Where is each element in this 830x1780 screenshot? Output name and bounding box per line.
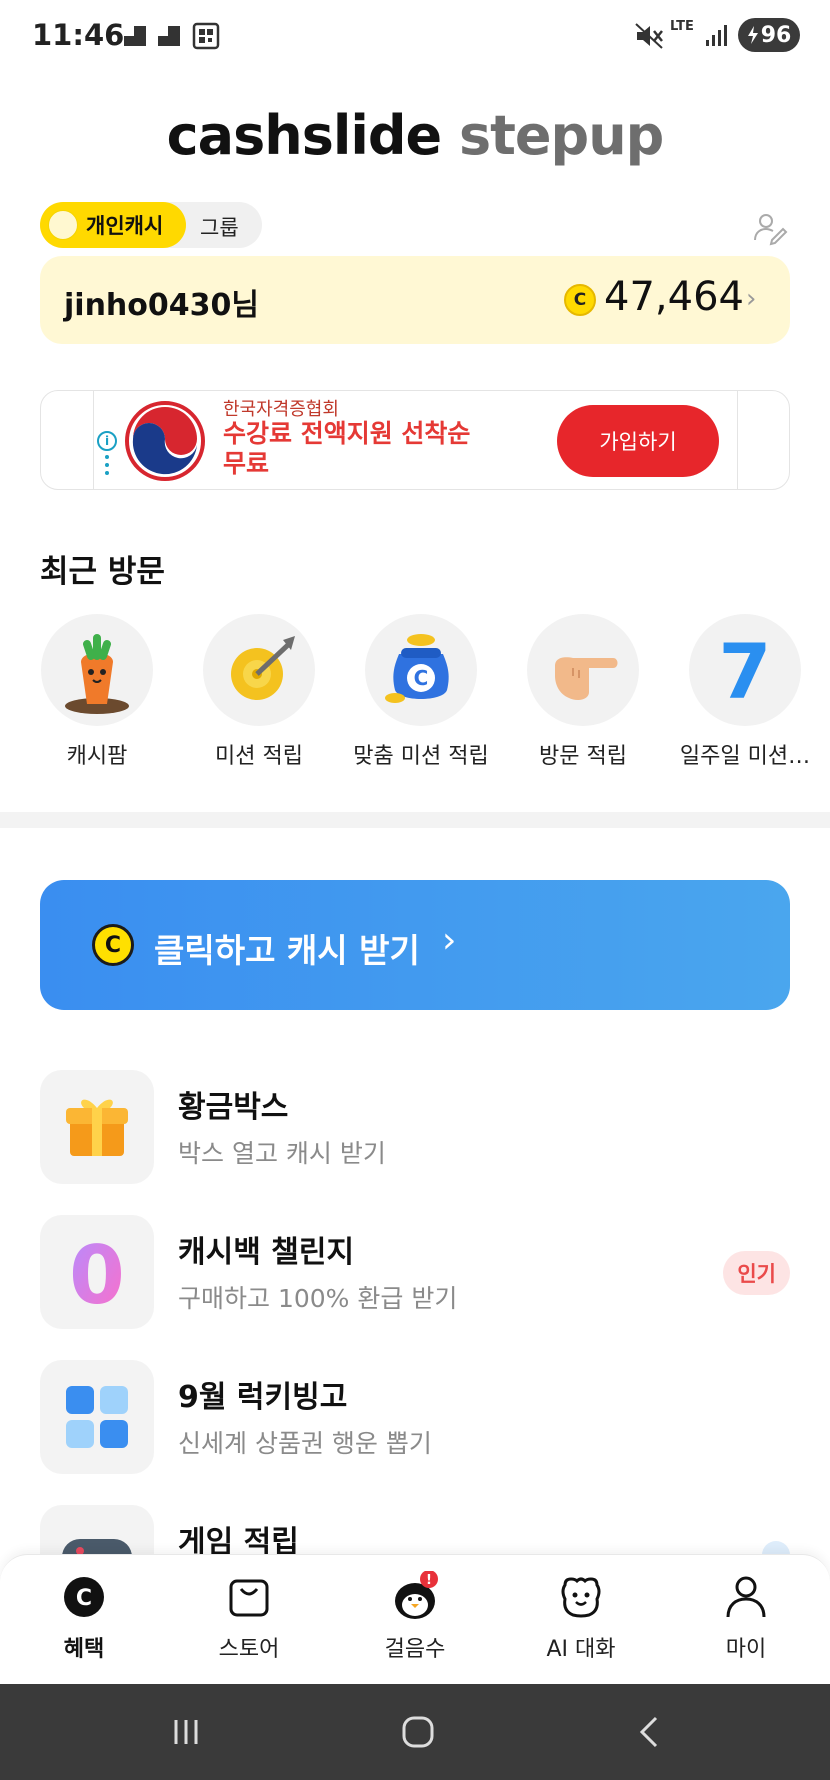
coin-bag-icon: C xyxy=(365,614,477,726)
recent-item-mission[interactable]: 미션 적립 xyxy=(184,614,334,770)
popular-badge: 인기 xyxy=(723,1251,790,1295)
back-icon[interactable] xyxy=(630,1712,670,1752)
carrot-icon xyxy=(41,614,153,726)
penguin-icon: ! xyxy=(389,1570,441,1623)
recent-visits-list: 캐시팜 미션 적립 C 맞춤 미션 적립 방문 적립 7 일주일 미션… xyxy=(0,614,830,774)
ad-org-name: 한국자격증협회 xyxy=(223,399,339,420)
nav-my[interactable]: 마이 xyxy=(686,1571,806,1663)
zero-glyph: 0 xyxy=(69,1229,125,1322)
bottom-nav: C 혜택 스토어 ! 걸음수 AI 대화 마이 xyxy=(0,1554,830,1684)
username: jinho0430님 xyxy=(64,288,259,323)
list-item-subtitle: 신세계 상품권 행운 뽑기 xyxy=(178,1429,432,1458)
chevron-right-icon: › xyxy=(442,920,457,961)
zero-icon: 0 xyxy=(40,1215,154,1329)
logo-part-2: stepup xyxy=(458,104,664,167)
battery-level: 96 xyxy=(760,22,792,48)
bingo-grid-icon xyxy=(40,1360,154,1474)
ad-banner[interactable]: i 한국자격증협회 수강료 전액지원 선착순 무료 가입하기 xyxy=(40,390,790,490)
svg-text:C: C xyxy=(414,666,429,690)
notification-icon xyxy=(158,26,180,46)
nav-label: 걸음수 xyxy=(384,1637,446,1662)
coin-c-icon: C xyxy=(58,1571,110,1623)
status-bar: 11:46 LTE 96 xyxy=(0,0,830,72)
recent-apps-icon[interactable] xyxy=(166,1712,206,1752)
recent-item-custom-mission[interactable]: C 맞춤 미션 적립 xyxy=(346,614,496,770)
logo-part-1: cashslide xyxy=(166,104,442,167)
gift-box-icon xyxy=(40,1070,154,1184)
list-item-subtitle: 박스 열고 캐시 받기 xyxy=(178,1139,386,1168)
seven-icon: 7 xyxy=(689,614,801,726)
system-nav-bar xyxy=(0,1684,830,1780)
battery-indicator: 96 xyxy=(738,18,800,52)
toggle-personal-label: 개인캐시 xyxy=(86,214,164,238)
nav-store[interactable]: 스토어 xyxy=(189,1571,309,1663)
recent-item-label: 캐시팜 xyxy=(66,744,128,769)
ad-logo-icon xyxy=(125,401,205,481)
profile-edit-icon[interactable] xyxy=(752,210,788,246)
list-item-title: 캐시백 챌린지 xyxy=(178,1235,355,1270)
nav-label: 마이 xyxy=(725,1637,767,1662)
recent-item-label: 미션 적립 xyxy=(215,744,303,769)
nav-steps[interactable]: ! 걸음수 xyxy=(355,1570,475,1663)
lte-indicator: LTE xyxy=(670,19,694,34)
nav-ai-chat[interactable]: AI 대화 xyxy=(521,1571,641,1663)
signal-icon xyxy=(706,25,727,46)
mute-icon xyxy=(635,23,663,49)
ad-info-icon[interactable]: i xyxy=(97,431,117,451)
recent-item-label: 맞춤 미션 적립 xyxy=(353,744,489,769)
qr-code-icon xyxy=(192,22,220,50)
cash-balance: 47,464 xyxy=(604,274,744,320)
ad-menu-icon[interactable] xyxy=(105,455,109,479)
cash-type-toggle[interactable]: 개인캐시 그룹 xyxy=(40,202,262,248)
nav-label: 스토어 xyxy=(218,1637,280,1662)
coin-icon: C xyxy=(564,284,596,316)
person-icon xyxy=(720,1571,772,1623)
recent-item-weekly-mission[interactable]: 7 일주일 미션… xyxy=(670,614,820,770)
recent-item-cashfarm[interactable]: 캐시팜 xyxy=(22,614,172,770)
target-icon xyxy=(203,614,315,726)
click-cash-banner[interactable]: C 클릭하고 캐시 받기 › xyxy=(40,880,790,1010)
coin-glyph: C xyxy=(76,1586,92,1611)
ad-signup-button[interactable]: 가입하기 xyxy=(557,405,719,477)
notification-icon xyxy=(124,26,146,46)
coin-icon: C xyxy=(92,924,134,966)
list-item-title: 황금박스 xyxy=(178,1090,289,1125)
recent-item-label: 방문 적립 xyxy=(539,744,627,769)
ai-face-icon xyxy=(555,1571,607,1623)
ad-divider xyxy=(737,391,738,489)
cash-balance-card[interactable]: jinho0430님 C 47,464 › xyxy=(40,256,790,344)
charging-icon xyxy=(747,26,758,44)
toggle-group[interactable]: 그룹 xyxy=(200,212,239,242)
ad-headline: 수강료 전액지원 선착순 무료 xyxy=(223,419,471,478)
app-logo: cashslide stepup xyxy=(0,104,830,167)
nav-label: AI 대화 xyxy=(546,1637,616,1662)
section-divider xyxy=(0,812,830,828)
home-icon[interactable] xyxy=(398,1712,438,1752)
click-cash-label: 클릭하고 캐시 받기 xyxy=(154,931,420,970)
ad-divider xyxy=(93,391,94,489)
pointing-hand-icon xyxy=(527,614,639,726)
shopping-bag-icon xyxy=(223,1571,275,1623)
chevron-right-icon: › xyxy=(746,284,757,314)
toggle-knob xyxy=(48,210,78,240)
list-item-golden-box[interactable]: 황금박스 박스 열고 캐시 받기 xyxy=(40,1070,790,1184)
nav-benefits[interactable]: C 혜택 xyxy=(24,1571,144,1663)
recent-item-visit[interactable]: 방문 적립 xyxy=(508,614,658,770)
toggle-personal-cash[interactable]: 개인캐시 xyxy=(40,202,186,248)
svg-text:7: 7 xyxy=(719,627,772,716)
nav-label: 혜택 xyxy=(63,1637,105,1662)
list-item-cashback-challenge[interactable]: 0 캐시백 챌린지 구매하고 100% 환급 받기 인기 xyxy=(40,1215,790,1329)
recent-visits-title: 최근 방문 xyxy=(40,554,165,590)
list-item-title: 9월 럭키빙고 xyxy=(178,1380,348,1415)
list-item-subtitle: 구매하고 100% 환급 받기 xyxy=(178,1284,458,1313)
status-time: 11:46 xyxy=(32,18,125,52)
alert-glyph: ! xyxy=(426,1573,432,1588)
list-item-lucky-bingo[interactable]: 9월 럭키빙고 신세계 상품권 행운 뽑기 xyxy=(40,1360,790,1474)
recent-item-label: 일주일 미션… xyxy=(679,744,811,769)
